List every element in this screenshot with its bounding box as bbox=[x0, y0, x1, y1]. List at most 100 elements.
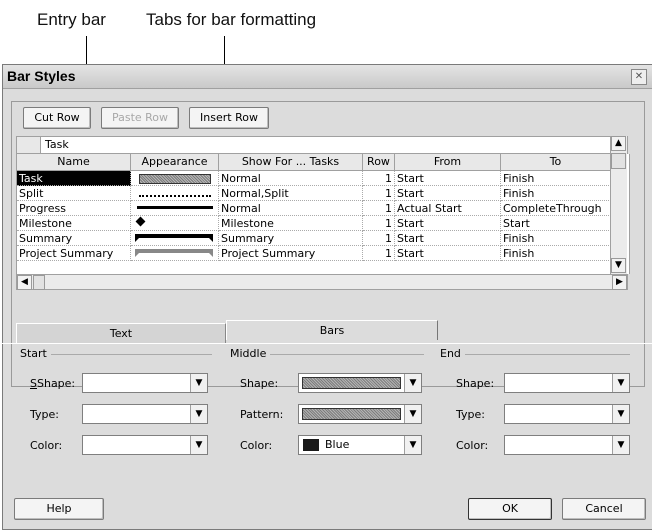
column-header-to[interactable]: To bbox=[501, 154, 611, 171]
cut-row-button[interactable]: Cut Row bbox=[23, 107, 91, 129]
help-button[interactable]: Help bbox=[14, 498, 104, 520]
chevron-down-icon[interactable]: ▼ bbox=[404, 374, 421, 392]
table-cell-row[interactable]: 1 bbox=[363, 201, 395, 216]
end-type-label: Type: bbox=[456, 408, 485, 421]
table-row-name[interactable]: Milestone bbox=[17, 216, 131, 231]
end-type-select[interactable]: ▼ bbox=[504, 404, 630, 424]
middle-pattern-select[interactable]: ▼ bbox=[298, 404, 422, 424]
appearance-cell[interactable] bbox=[131, 171, 219, 186]
middle-color-select[interactable]: Blue ▼ bbox=[298, 435, 422, 455]
table-cell-row[interactable]: 1 bbox=[363, 216, 395, 231]
table-cell-row[interactable]: 1 bbox=[363, 171, 395, 186]
table-cell-to[interactable]: Finish bbox=[501, 246, 611, 261]
start-color-label: Color: bbox=[30, 439, 63, 452]
table-row-name[interactable]: Progress bbox=[17, 201, 131, 216]
end-shape-select[interactable]: ▼ bbox=[504, 373, 630, 393]
table-cell-show-for[interactable]: Normal bbox=[219, 201, 363, 216]
horizontal-scrollbar[interactable]: ◀ ▶ bbox=[16, 274, 628, 290]
column-header-show-for[interactable]: Show For ... Tasks bbox=[219, 154, 363, 171]
color-swatch bbox=[303, 439, 319, 451]
chevron-down-icon[interactable]: ▼ bbox=[404, 436, 421, 454]
bar-pattern-preview bbox=[302, 408, 401, 420]
appearance-cell[interactable] bbox=[131, 201, 219, 216]
table-cell-from[interactable]: Start bbox=[395, 171, 501, 186]
cancel-button[interactable]: Cancel bbox=[562, 498, 646, 520]
end-group-line bbox=[440, 354, 630, 355]
column-header-from[interactable]: From bbox=[395, 154, 501, 171]
table-cell-row[interactable]: 1 bbox=[363, 246, 395, 261]
table-cell-row[interactable]: 1 bbox=[363, 186, 395, 201]
scroll-up-icon[interactable]: ▲ bbox=[611, 136, 626, 151]
scroll-right-icon[interactable]: ▶ bbox=[612, 275, 627, 290]
ok-button[interactable]: OK bbox=[468, 498, 552, 520]
chevron-down-icon[interactable]: ▼ bbox=[612, 405, 629, 423]
tab-divider bbox=[2, 343, 652, 344]
middle-shape-select[interactable]: ▼ bbox=[298, 373, 422, 393]
table-cell-show-for[interactable]: Normal,Split bbox=[219, 186, 363, 201]
appearance-cell[interactable] bbox=[131, 186, 219, 201]
column-header-appearance[interactable]: Appearance bbox=[131, 154, 219, 171]
appearance-cell[interactable] bbox=[131, 246, 219, 261]
start-type-select[interactable]: ▼ bbox=[82, 404, 208, 424]
table-cell-from[interactable]: Start bbox=[395, 246, 501, 261]
scroll-left-icon[interactable]: ◀ bbox=[17, 275, 32, 290]
table-cell-to[interactable]: Finish bbox=[501, 171, 611, 186]
appearance-cell[interactable] bbox=[131, 231, 219, 246]
dialog-titlebar[interactable]: Bar Styles ✕ bbox=[3, 65, 652, 89]
appearance-cell[interactable] bbox=[131, 216, 219, 231]
bar-sample-summary bbox=[135, 234, 213, 242]
column-header-row[interactable]: Row bbox=[363, 154, 395, 171]
scroll-down-icon[interactable]: ▼ bbox=[611, 258, 626, 273]
table-row-name[interactable]: Summary bbox=[17, 231, 131, 246]
bar-shape-preview bbox=[302, 377, 401, 389]
tab-text[interactable]: Text bbox=[16, 323, 226, 343]
table-cell-to[interactable]: CompleteThrough bbox=[501, 201, 611, 216]
chevron-down-icon[interactable]: ▼ bbox=[190, 436, 207, 454]
bar-styles-table: Name Appearance Show For ... Tasks Row F… bbox=[16, 154, 630, 274]
bar-formatting-tabs: Text Bars Start SShape: ▼ Type: ▼ Color:… bbox=[2, 320, 652, 496]
table-cell-from[interactable]: Start bbox=[395, 186, 501, 201]
middle-pattern-label: Pattern: bbox=[240, 408, 284, 421]
start-group-label: Start bbox=[20, 347, 51, 360]
chevron-down-icon[interactable]: ▼ bbox=[612, 436, 629, 454]
end-color-select[interactable]: ▼ bbox=[504, 435, 630, 455]
table-row-name[interactable]: Project Summary bbox=[17, 246, 131, 261]
chevron-down-icon[interactable]: ▼ bbox=[404, 405, 421, 423]
table-cell-show-for[interactable]: Project Summary bbox=[219, 246, 363, 261]
table-cell-from[interactable]: Start bbox=[395, 231, 501, 246]
entry-bar[interactable]: Task bbox=[16, 136, 628, 154]
middle-color-label: Color: bbox=[240, 439, 273, 452]
table-cell-show-for[interactable]: Milestone bbox=[219, 216, 363, 231]
chevron-down-icon[interactable]: ▼ bbox=[612, 374, 629, 392]
middle-group-label: Middle bbox=[230, 347, 271, 360]
end-color-label: Color: bbox=[456, 439, 489, 452]
hscroll-thumb[interactable] bbox=[33, 275, 45, 290]
table-cell-row[interactable]: 1 bbox=[363, 231, 395, 246]
chevron-down-icon[interactable]: ▼ bbox=[190, 374, 207, 392]
table-cell-to[interactable]: Finish bbox=[501, 186, 611, 201]
bar-sample-dotted bbox=[139, 195, 211, 197]
start-shape-select[interactable]: ▼ bbox=[82, 373, 208, 393]
middle-shape-label: Shape: bbox=[240, 377, 279, 390]
start-shape-label: SShape: bbox=[30, 377, 76, 390]
milestone-diamond-icon bbox=[135, 216, 146, 227]
column-header-name[interactable]: Name bbox=[17, 154, 131, 171]
close-icon[interactable]: ✕ bbox=[631, 69, 647, 85]
paste-row-button[interactable]: Paste Row bbox=[101, 107, 179, 129]
table-cell-to[interactable]: Start bbox=[501, 216, 611, 231]
table-row-name[interactable]: Task bbox=[17, 171, 131, 186]
tab-bars[interactable]: Bars bbox=[226, 320, 438, 340]
scroll-thumb[interactable] bbox=[611, 153, 626, 169]
vertical-scrollbar[interactable]: ▲ ▼ bbox=[610, 136, 627, 274]
table-cell-to[interactable]: Finish bbox=[501, 231, 611, 246]
table-row-name[interactable]: Split bbox=[17, 186, 131, 201]
insert-row-button[interactable]: Insert Row bbox=[189, 107, 269, 129]
table-cell-show-for[interactable]: Summary bbox=[219, 231, 363, 246]
table-cell-from[interactable]: Actual Start bbox=[395, 201, 501, 216]
end-shape-label: Shape: bbox=[456, 377, 495, 390]
table-cell-from[interactable]: Start bbox=[395, 216, 501, 231]
entry-bar-callout: Entry bar bbox=[37, 10, 106, 29]
chevron-down-icon[interactable]: ▼ bbox=[190, 405, 207, 423]
start-color-select[interactable]: ▼ bbox=[82, 435, 208, 455]
table-cell-show-for[interactable]: Normal bbox=[219, 171, 363, 186]
